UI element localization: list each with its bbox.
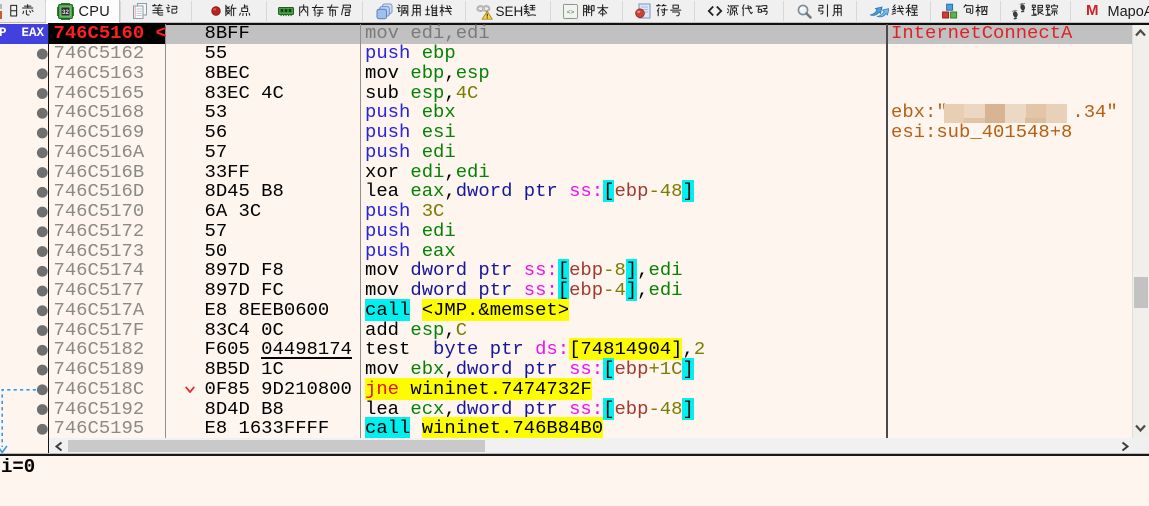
svg-text:<>: <> (566, 9, 574, 16)
svg-text:32: 32 (62, 9, 69, 16)
